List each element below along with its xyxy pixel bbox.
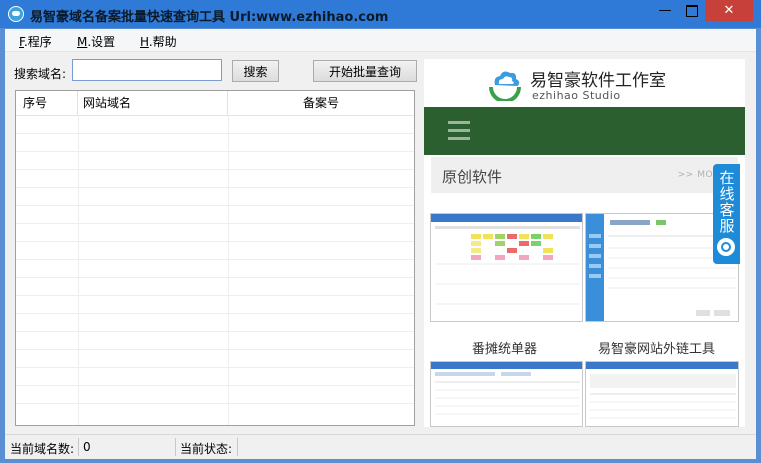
grid-line	[78, 115, 79, 425]
current-state-label: 当前状态:	[180, 442, 233, 456]
section-title: 原创软件	[442, 168, 503, 186]
app-cloud-icon	[8, 6, 24, 22]
grid-line	[16, 241, 414, 242]
search-input[interactable]	[72, 59, 222, 81]
menu-settings-accel: M	[77, 35, 88, 49]
status-separator	[175, 438, 176, 456]
grid-line	[16, 331, 414, 332]
grid-line	[16, 187, 414, 188]
column-icp[interactable]: 备案号	[228, 91, 414, 115]
grid-line	[16, 133, 414, 134]
software-caption[interactable]: 易智豪网站外链工具	[598, 338, 715, 357]
app-window: 易智豪域名备案批量快速查询工具 Url:www.ezhihao.com — ✕ …	[0, 0, 761, 463]
grid-line	[228, 115, 229, 425]
site-nav-bar	[424, 107, 745, 155]
grid-line	[16, 313, 414, 314]
menu-bar: F.程序 M.设置 H.帮助	[5, 29, 756, 52]
menu-settings[interactable]: M.设置	[77, 33, 115, 50]
domain-count-label: 当前域名数:	[10, 442, 75, 456]
search-domain-label: 搜索域名:	[14, 67, 67, 81]
client-area: F.程序 M.设置 H.帮助 搜索域名: 搜索 开始批量查询 序号 网站域名 备…	[5, 29, 756, 459]
software-caption[interactable]: 番摊统单器	[472, 338, 537, 357]
software-thumbnail[interactable]	[585, 361, 739, 427]
grid-line	[16, 295, 414, 296]
batch-query-button[interactable]: 开始批量查询	[313, 60, 417, 82]
software-thumbnail[interactable]	[430, 213, 583, 322]
search-button[interactable]: 搜索	[232, 60, 279, 82]
grid-line	[16, 151, 414, 152]
minimize-button[interactable]: —	[652, 0, 678, 21]
maximize-icon	[685, 4, 698, 17]
software-thumbnail[interactable]	[430, 361, 583, 427]
title-bar[interactable]: 易智豪域名备案批量快速查询工具 Url:www.ezhihao.com — ✕	[0, 0, 761, 28]
headset-icon	[717, 238, 735, 256]
app-screenshot-icon	[586, 362, 738, 419]
original-software-section: 原创软件 >> MORE	[431, 157, 738, 193]
menu-help[interactable]: H.帮助	[140, 33, 177, 50]
menu-program-label: .程序	[23, 35, 52, 49]
web-panel[interactable]: 易智豪软件工作室 ezhihao Studio 原创软件 >> MORE 番摊统…	[424, 59, 745, 427]
grid-line	[16, 403, 414, 404]
online-service-button[interactable]: 在线客服	[713, 164, 740, 264]
status-separator	[237, 438, 238, 456]
spreadsheet-screenshot-icon	[431, 214, 582, 305]
window-title: 易智豪域名备案批量快速查询工具 Url:www.ezhihao.com	[30, 10, 389, 25]
close-button[interactable]: ✕	[705, 0, 753, 21]
hamburger-menu-icon[interactable]	[448, 121, 470, 141]
menu-program[interactable]: F.程序	[19, 33, 52, 50]
online-service-label: 在线客服	[719, 169, 735, 235]
column-domain[interactable]: 网站域名	[78, 91, 228, 115]
logo-chinese-name: 易智豪软件工作室	[530, 71, 666, 91]
studio-cloud-logo-icon	[489, 71, 521, 101]
app-screenshot-icon	[431, 362, 582, 415]
menu-settings-label: .设置	[87, 35, 116, 49]
list-header: 序号 网站域名 备案号	[16, 91, 414, 116]
domain-list[interactable]: 序号 网站域名 备案号	[15, 90, 415, 426]
menu-help-label: .帮助	[148, 35, 177, 49]
status-bar: 当前域名数: 0 当前状态:	[5, 434, 756, 459]
grid-line	[16, 169, 414, 170]
grid-line	[16, 367, 414, 368]
grid-line	[16, 259, 414, 260]
logo-english-name: ezhihao Studio	[532, 89, 621, 102]
grid-line	[16, 349, 414, 350]
column-index[interactable]: 序号	[16, 91, 78, 115]
grid-line	[16, 223, 414, 224]
status-separator	[78, 438, 79, 456]
grid-line	[16, 277, 414, 278]
menu-help-accel: H	[140, 35, 149, 49]
grid-line	[16, 205, 414, 206]
domain-count-value: 0	[83, 440, 91, 454]
grid-line	[16, 385, 414, 386]
studio-logo[interactable]: 易智豪软件工作室 ezhihao Studio	[424, 59, 745, 105]
maximize-button[interactable]	[678, 0, 705, 21]
